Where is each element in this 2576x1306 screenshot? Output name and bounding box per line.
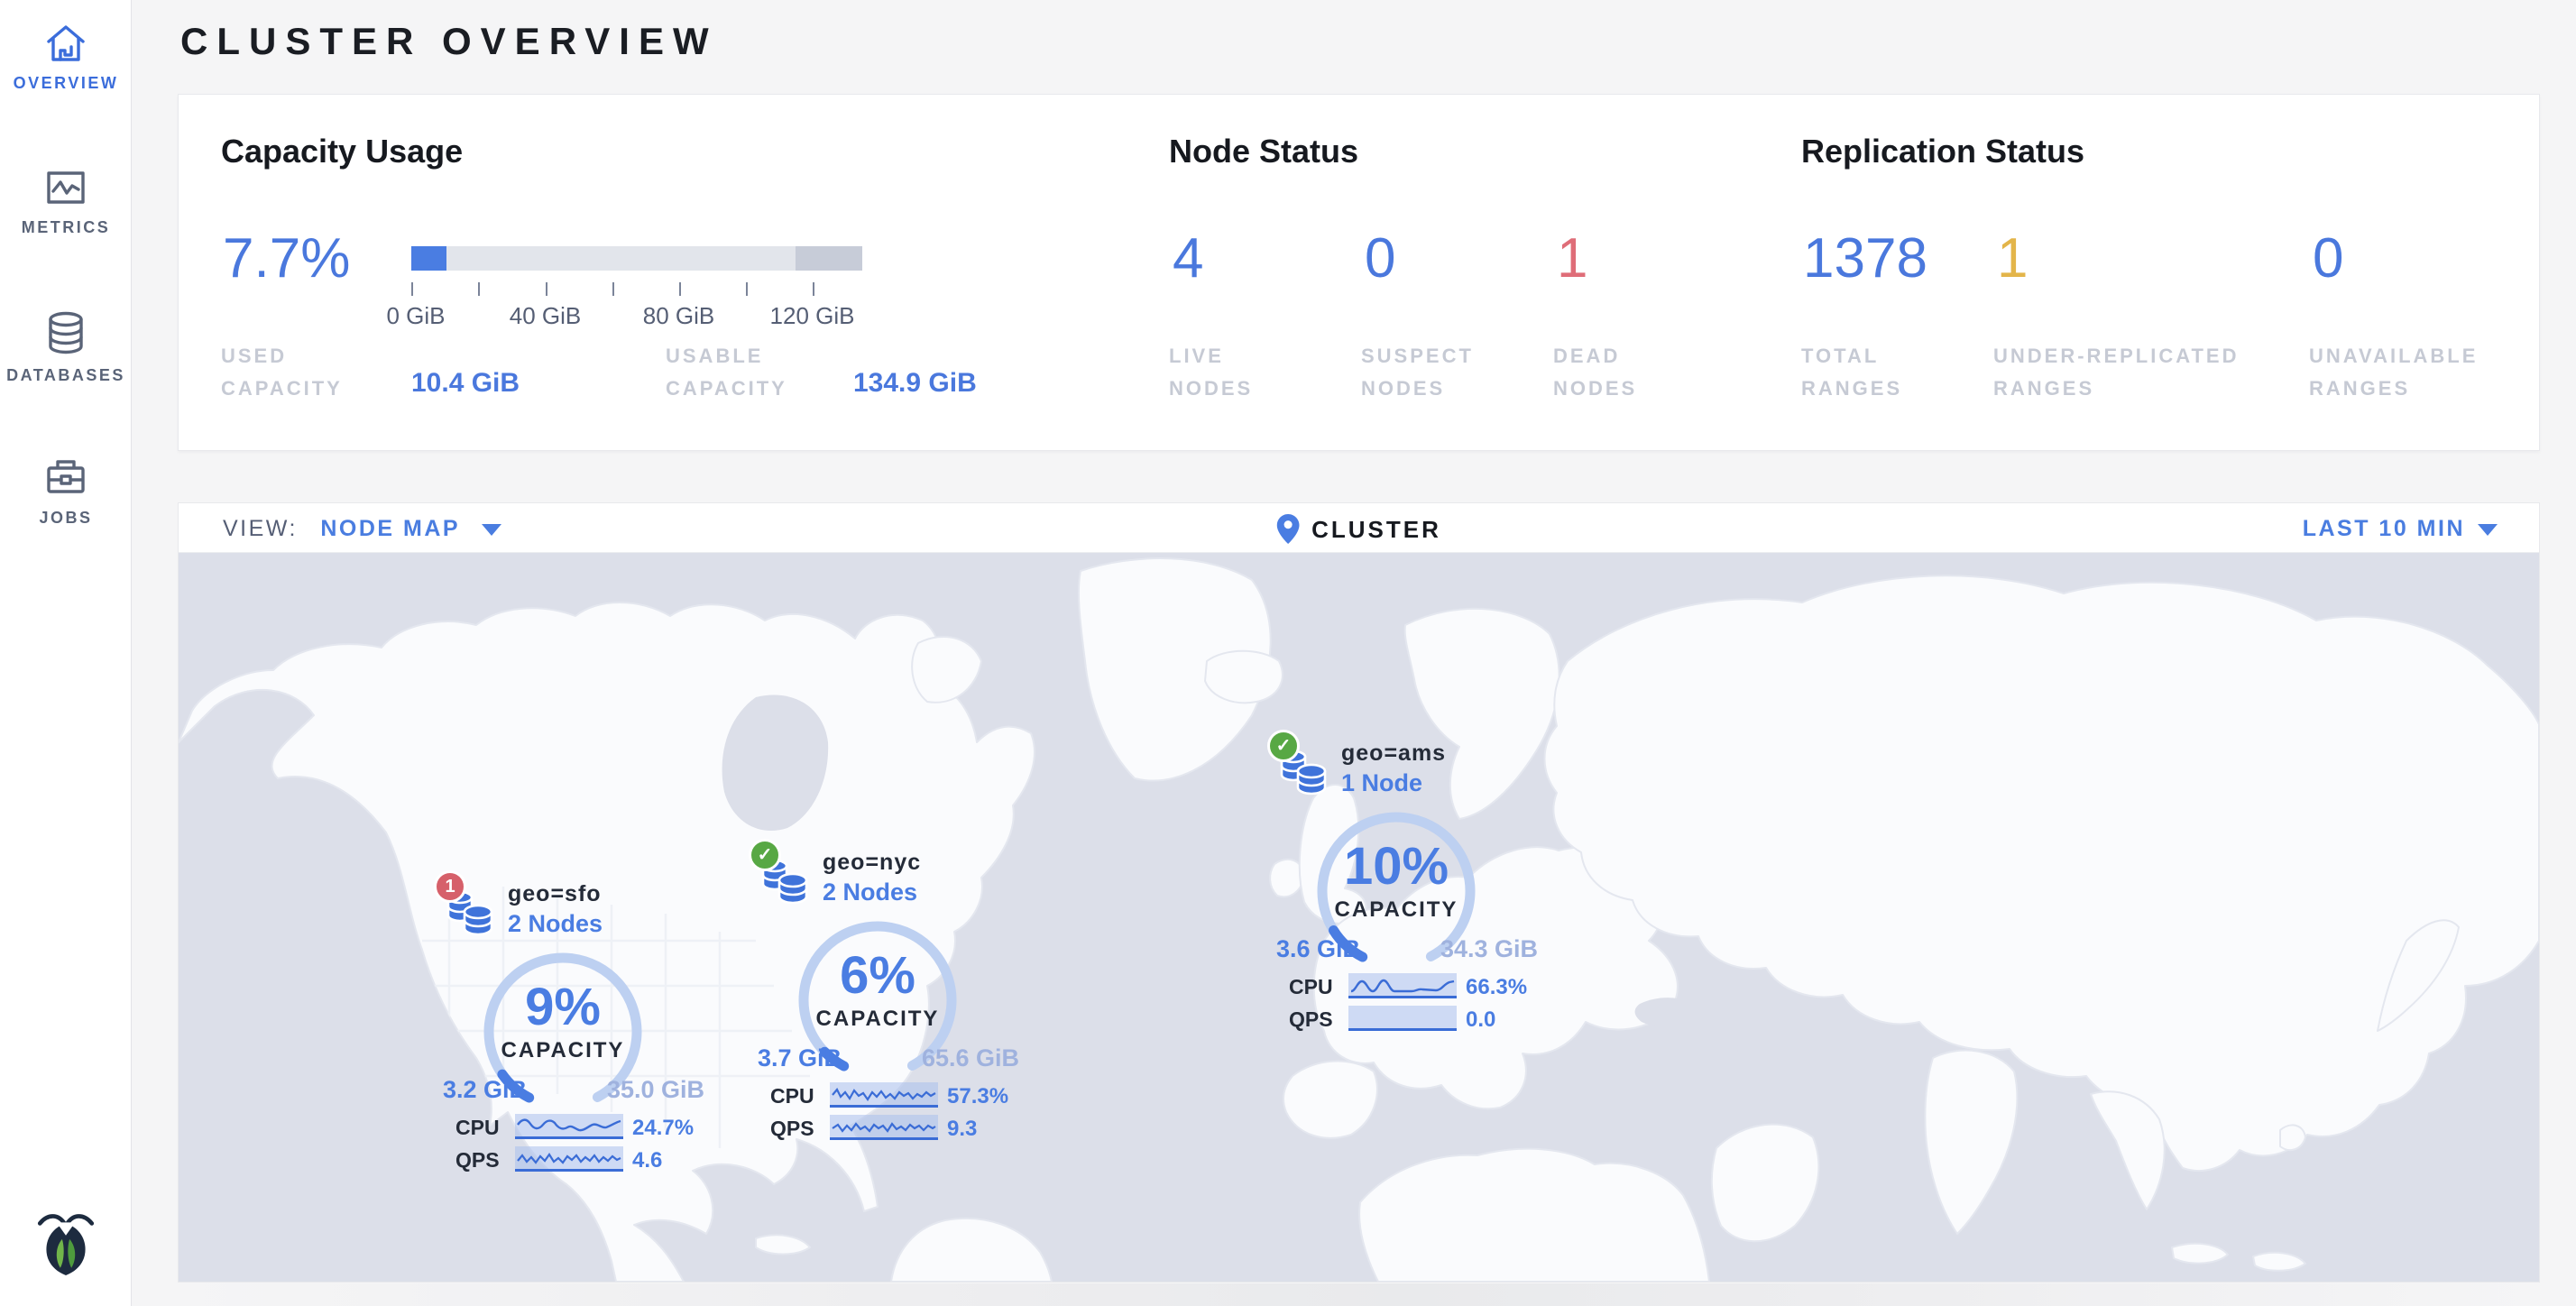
breadcrumb-scope: CLUSTER	[1276, 514, 1441, 544]
capacity-bar-other-segment	[796, 246, 862, 271]
capacity-word: CAPACITY	[1311, 897, 1482, 923]
sidebar-item-label: DATABASES	[0, 366, 132, 385]
sidebar-item-databases[interactable]: DATABASES	[0, 310, 132, 418]
dead-nodes-label: DEADNODES	[1553, 340, 1637, 405]
under-replicated-label: UNDER-REPLICATEDRANGES	[1993, 340, 2239, 405]
live-nodes-count: 4	[1173, 226, 1203, 290]
node-map-panel: VIEW: NODE MAP CLUSTER LAST 10 MIN	[178, 502, 2540, 1283]
capacity-bar-ticks	[411, 282, 862, 297]
world-map: 1 geo=sfo 2 Nodes	[179, 553, 2539, 1282]
capacity-percent: 10%	[1311, 836, 1482, 897]
total-gib: 65.6 GiB	[922, 1044, 1019, 1072]
status-badge: 1	[434, 870, 466, 903]
sidebar-item-overview[interactable]: OVERVIEW	[0, 22, 132, 130]
locality-sfo[interactable]: 1 geo=sfo 2 Nodes	[434, 870, 741, 1186]
sidebar: OVERVIEW METRICS DATABASES	[0, 0, 132, 1306]
used-capacity-value: 10.4 GiB	[411, 368, 520, 399]
qps-sparkline	[1348, 1006, 1457, 1035]
node-status-title: Node Status	[1169, 133, 1358, 170]
location-pin-icon	[1276, 514, 1299, 544]
live-nodes-label: LIVENODES	[1169, 340, 1253, 405]
cpu-sparkline	[830, 1082, 938, 1112]
usable-capacity-label: USABLECAPACITY	[666, 340, 787, 405]
view-selector[interactable]: NODE MAP	[320, 516, 460, 541]
view-label: VIEW:	[223, 516, 298, 541]
total-gib: 34.3 GiB	[1440, 935, 1538, 963]
suspect-nodes-count: 0	[1365, 226, 1395, 290]
briefcase-icon	[0, 455, 132, 500]
cpu-label: CPU	[770, 1084, 814, 1108]
capacity-bar-used-segment	[411, 246, 446, 271]
used-gib: 3.7 GiB	[758, 1044, 842, 1072]
cockroachdb-logo[interactable]	[0, 1209, 132, 1281]
cpu-sparkline	[1348, 973, 1457, 1003]
capacity-percent: 9%	[477, 977, 649, 1037]
summary-card: Capacity Usage 7.7% 0 GiB 40 GiB 80 GiB …	[178, 94, 2540, 451]
status-badge: ✓	[749, 839, 781, 871]
qps-sparkline	[830, 1115, 938, 1145]
usable-capacity-value: 134.9 GiB	[853, 368, 977, 399]
capacity-word: CAPACITY	[477, 1038, 649, 1063]
suspect-nodes-label: SUSPECTNODES	[1361, 340, 1474, 405]
dead-nodes-count: 1	[1557, 226, 1587, 290]
locality-name: geo=sfo	[508, 881, 602, 907]
qps-value: 9.3	[947, 1117, 977, 1142]
home-icon	[0, 22, 132, 65]
capacity-word: CAPACITY	[792, 1007, 963, 1032]
tick-label: 80 GiB	[643, 302, 715, 330]
cpu-sparkline	[515, 1114, 623, 1144]
sidebar-item-label: METRICS	[0, 218, 132, 237]
replication-status-title: Replication Status	[1801, 133, 2084, 170]
cpu-label: CPU	[1289, 975, 1333, 999]
total-gib: 35.0 GiB	[607, 1076, 704, 1104]
chevron-down-icon[interactable]	[482, 524, 501, 536]
sidebar-item-label: OVERVIEW	[0, 74, 132, 93]
capacity-used-percent: 7.7%	[223, 226, 350, 290]
tick-label: 40 GiB	[510, 302, 582, 330]
tick-label: 0 GiB	[386, 302, 445, 330]
qps-label: QPS	[1289, 1007, 1333, 1032]
capacity-percent: 6%	[792, 945, 963, 1006]
page-bottom-shadow	[178, 1283, 2540, 1306]
locality-node-count: 1 Node	[1341, 769, 1422, 797]
total-ranges-count: 1378	[1803, 226, 1927, 290]
under-replicated-count: 1	[1997, 226, 2028, 290]
chevron-down-icon	[2478, 524, 2498, 536]
locality-node-count: 2 Nodes	[823, 878, 917, 906]
used-gib: 3.6 GiB	[1276, 935, 1360, 963]
used-gib: 3.2 GiB	[443, 1076, 527, 1104]
sidebar-item-label: JOBS	[0, 509, 132, 528]
unavailable-ranges-label: UNAVAILABLERANGES	[2309, 340, 2478, 405]
database-icon	[0, 310, 132, 357]
map-header: VIEW: NODE MAP CLUSTER LAST 10 MIN	[179, 503, 2539, 553]
status-badge: ✓	[1267, 730, 1300, 762]
qps-value: 0.0	[1466, 1007, 1495, 1033]
locality-ams[interactable]: ✓ geo=ams 1 Node 1	[1267, 730, 1574, 1045]
unavailable-ranges-count: 0	[2313, 226, 2343, 290]
sidebar-item-metrics[interactable]: METRICS	[0, 166, 132, 274]
capacity-usage-title: Capacity Usage	[221, 133, 463, 170]
locality-name: geo=nyc	[823, 850, 921, 876]
locality-node-count: 2 Nodes	[508, 910, 603, 938]
qps-label: QPS	[770, 1117, 814, 1141]
page-title: CLUSTER OVERVIEW	[180, 20, 718, 63]
qps-value: 4.6	[632, 1148, 662, 1173]
qps-label: QPS	[455, 1148, 500, 1173]
used-capacity-label: USEDCAPACITY	[221, 340, 343, 405]
locality-nyc[interactable]: ✓ geo=nyc 2 Nodes	[749, 839, 1055, 1154]
total-ranges-label: TOTALRANGES	[1801, 340, 1902, 405]
cpu-value: 66.3%	[1466, 975, 1527, 1000]
tick-label: 120 GiB	[770, 302, 855, 330]
cpu-value: 24.7%	[632, 1116, 694, 1141]
locality-name: geo=ams	[1341, 740, 1446, 767]
sidebar-item-jobs[interactable]: JOBS	[0, 455, 132, 563]
cpu-label: CPU	[455, 1116, 500, 1140]
capacity-bar: 0 GiB 40 GiB 80 GiB 120 GiB	[411, 246, 862, 329]
cpu-value: 57.3%	[947, 1084, 1008, 1109]
time-range-selector[interactable]: LAST 10 MIN	[2303, 516, 2498, 542]
qps-sparkline	[515, 1146, 623, 1176]
metrics-icon	[0, 166, 132, 209]
